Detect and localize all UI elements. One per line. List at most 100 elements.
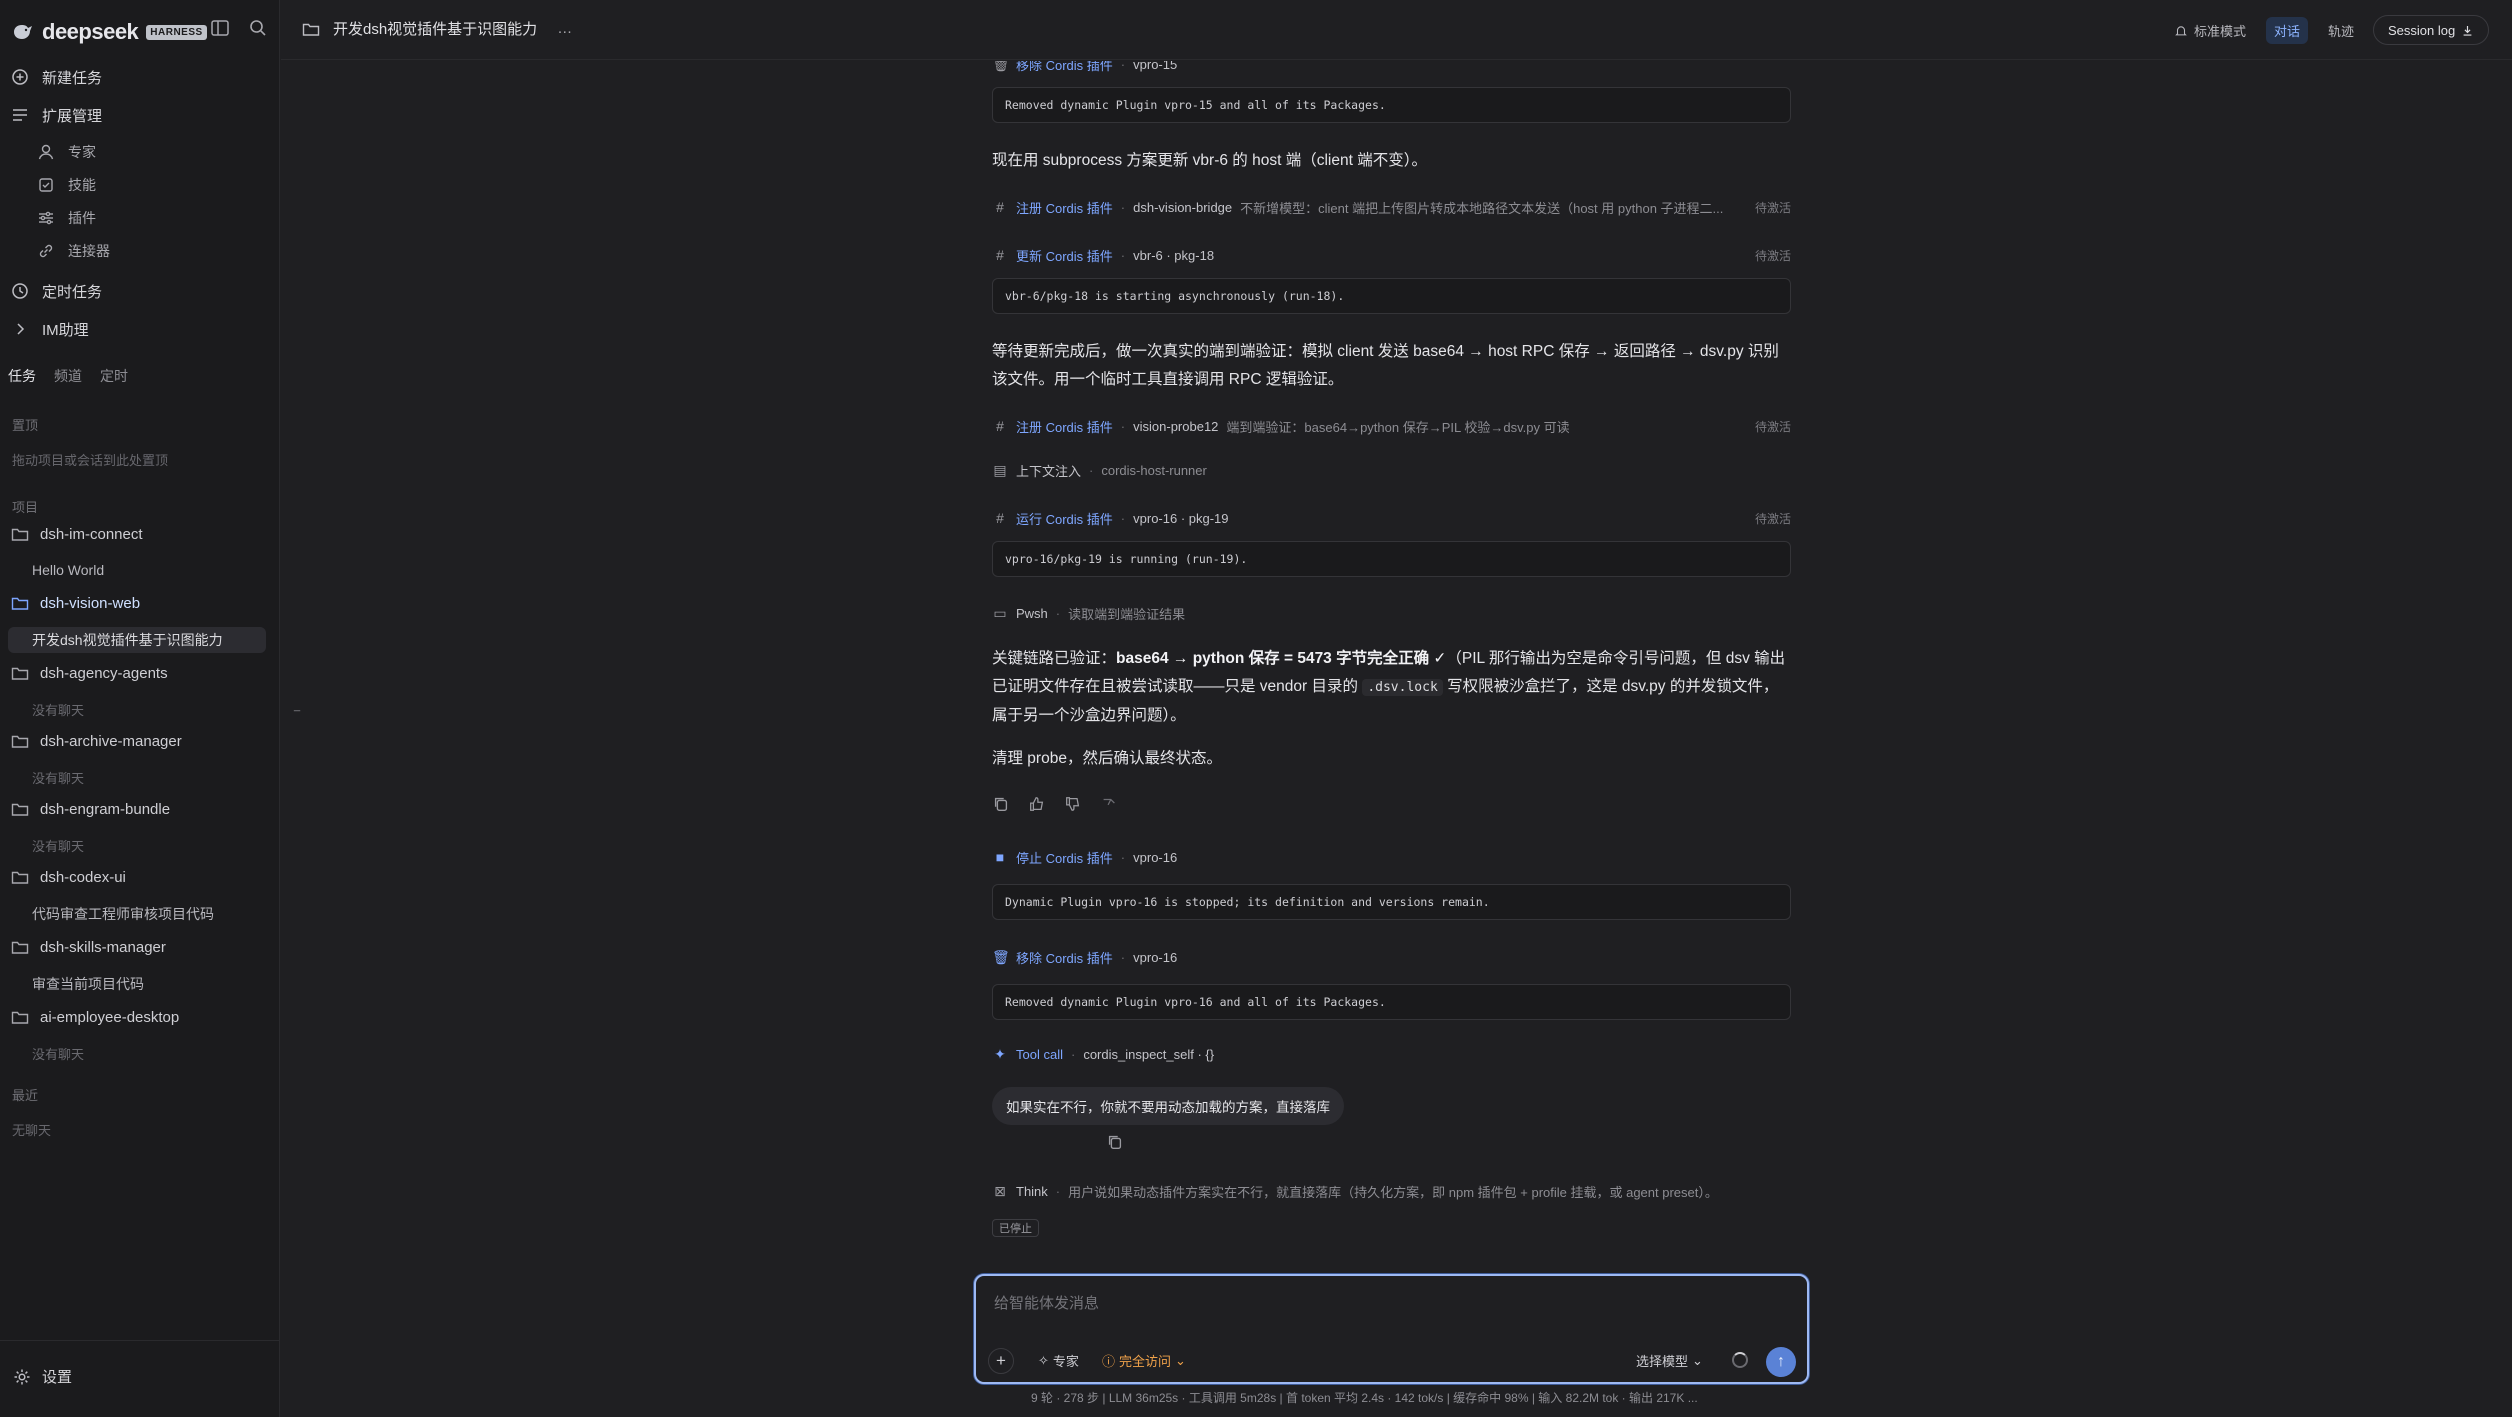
separator-dot: ·: [1120, 199, 1126, 215]
expert-label: 专家: [1052, 1354, 1079, 1369]
tool-row[interactable]: 🗑 移除 Cordis 插件 · vpro-15: [992, 61, 1791, 75]
tool-row[interactable]: # 注册 Cordis 插件 · dsh-vision-bridge 不新增模型…: [992, 196, 1791, 218]
separator-dot: ·: [1089, 462, 1094, 478]
tool-arg: vpro-16: [1133, 949, 1178, 965]
conversation-area: 🗑 移除 Cordis 插件 · vpro-15 Removed dynamic…: [281, 61, 2512, 1276]
session-log-button[interactable]: Session log: [2373, 15, 2490, 45]
tab-tasks[interactable]: 任务: [8, 366, 36, 386]
harness-badge: HARNESS: [146, 24, 207, 40]
brand[interactable]: deepseek HARNESS: [12, 18, 207, 46]
sidebar-item-skills[interactable]: 技能: [36, 172, 96, 198]
project-name: ai-employee-desktop: [40, 1008, 180, 1026]
tool-desc: 端到端验证：base64→python 保存→PIL 校验→dsv.py 可读: [1226, 419, 1570, 435]
brain-icon: ⊠: [994, 1182, 1006, 1199]
sidebar-item-experts[interactable]: 专家: [36, 139, 96, 165]
chat-item[interactable]: 代码审查工程师审核项目代码: [32, 901, 214, 927]
standard-mode-button[interactable]: 标准模式: [2166, 17, 2254, 44]
trash-icon: 🗑: [992, 61, 1010, 72]
more-menu-button[interactable]: …: [557, 20, 572, 37]
separator-dot: ·: [1120, 510, 1126, 526]
scheduled-tasks-button[interactable]: 定时任务: [10, 276, 102, 306]
tool-row[interactable]: # 运行 Cordis 插件 · vpro-16 · pkg-19 待激活: [992, 507, 1791, 529]
chat-item[interactable]: 审查当前项目代码: [32, 971, 144, 997]
think-name: Think: [1016, 1183, 1048, 1199]
tool-row[interactable]: 🗑 移除 Cordis 插件 · vpro-16: [992, 946, 1791, 968]
project-item[interactable]: dsh-codex-ui: [10, 863, 126, 891]
add-attachment-button[interactable]: +: [988, 1348, 1014, 1374]
model-select[interactable]: 选择模型 ⌄: [1636, 1351, 1703, 1370]
chat-item-selected[interactable]: 开发dsh视觉插件基于识图能力: [8, 627, 266, 653]
context-row[interactable]: ▤ 上下文注入 · cordis-host-runner: [992, 459, 1791, 481]
project-item[interactable]: dsh-agency-agents: [10, 659, 168, 687]
branch-icon[interactable]: [1100, 795, 1118, 813]
tab-scheduled[interactable]: 定时: [100, 366, 128, 386]
project-item[interactable]: ai-employee-desktop: [10, 1003, 179, 1031]
message-input[interactable]: 给智能体发消息: [994, 1292, 1099, 1313]
sidebar-item-plugins[interactable]: 插件: [36, 205, 96, 231]
sidebar-toggle-icon[interactable]: [210, 18, 230, 38]
status-badge: 待激活: [1754, 200, 1791, 215]
deepseek-logo-icon: [14, 25, 32, 39]
project-item[interactable]: dsh-skills-manager: [10, 933, 166, 961]
tool-row[interactable]: ✦ Tool call · cordis_inspect_self · {}: [992, 1043, 1791, 1065]
status-badge: 待激活: [1754, 511, 1791, 526]
gear-icon: [12, 1367, 32, 1387]
copy-icon[interactable]: [992, 795, 1010, 813]
terminal-arg: 读取端到端验证结果: [1068, 606, 1186, 622]
tool-arg: cordis_inspect_self · {}: [1083, 1046, 1215, 1062]
send-button[interactable]: ↑: [1766, 1347, 1796, 1377]
chat-item[interactable]: Hello World: [32, 557, 104, 583]
access-level-dropdown[interactable]: ⓘ 完全访问 ⌄: [1102, 1351, 1186, 1370]
sidebar-tabs: 任务 频道 定时: [8, 366, 128, 386]
search-icon[interactable]: [248, 18, 268, 38]
user-icon: [36, 142, 56, 162]
project-item[interactable]: dsh-engram-bundle: [10, 795, 170, 823]
im-assistant-button[interactable]: IM助理: [10, 314, 89, 344]
thumbs-up-icon[interactable]: [1028, 795, 1046, 813]
new-task-button[interactable]: 新建任务: [10, 62, 102, 92]
project-name: dsh-engram-bundle: [40, 800, 171, 818]
sidebar-item-connectors[interactable]: 连接器: [36, 238, 110, 264]
terminal-row[interactable]: ▭ Pwsh · 读取端到端验证结果: [992, 602, 1791, 624]
tool-row[interactable]: # 更新 Cordis 插件 · vbr-6 · pkg-18 待激活: [992, 244, 1791, 266]
user-message: 如果实在不行，你就不要用动态加载的方案，直接落库: [992, 1087, 1344, 1125]
think-row[interactable]: ⊠ Think · 用户说如果动态插件方案实在不行，就直接落库（持久化方案，即 …: [992, 1180, 1791, 1202]
copy-icon[interactable]: [1106, 1133, 1124, 1151]
tab-channels[interactable]: 频道: [54, 366, 82, 386]
tool-row[interactable]: # 注册 Cordis 插件 · vision-probe12 端到端验证：ba…: [992, 415, 1791, 437]
trash-icon: 🗑: [992, 948, 1010, 965]
hash-icon: #: [996, 199, 1004, 215]
folder-icon: [10, 1007, 30, 1027]
message-composer[interactable]: 给智能体发消息 + ✧ 专家 ⓘ 完全访问 ⌄ 选择模型 ⌄ ↑: [974, 1274, 1809, 1384]
project-item[interactable]: dsh-archive-manager: [10, 727, 182, 755]
expert-button[interactable]: ✧ 专家: [1038, 1351, 1079, 1370]
project-item[interactable]: dsh-vision-web: [10, 589, 140, 617]
tool-arg: vpro-15: [1133, 61, 1178, 72]
tool-output: Dynamic Plugin vpro-16 is stopped; its d…: [992, 884, 1791, 920]
project-name: dsh-agency-agents: [40, 664, 168, 682]
tool-row[interactable]: ■ 停止 Cordis 插件 · vpro-16: [992, 846, 1791, 868]
chat-mode-button[interactable]: 对话: [2266, 17, 2309, 44]
folder-icon: [10, 799, 30, 819]
thumbs-down-icon[interactable]: [1064, 795, 1082, 813]
chevron-down-icon: ⌄: [1692, 1352, 1703, 1368]
chevron-right-icon: [10, 319, 30, 339]
access-label: 完全访问: [1119, 1354, 1172, 1369]
settings-button[interactable]: 设置: [12, 1366, 72, 1387]
project-name: dsh-im-connect: [40, 525, 143, 543]
folder-icon: [301, 19, 321, 39]
assistant-text: 等待更新完成后，做一次真实的端到端验证：模拟 client 发送 base64 …: [992, 343, 1779, 388]
project-item[interactable]: dsh-im-connect: [10, 520, 143, 548]
stop-icon: ■: [995, 849, 1005, 865]
assistant-text: 现在用 subprocess 方案更新 vbr-6 的 host 端（clien…: [992, 152, 1427, 169]
session-stats: 9 轮 · 278 步 | LLM 36m25s · 工具调用 5m28s | …: [1031, 1391, 1698, 1405]
tool-name: Tool call: [1016, 1046, 1063, 1062]
terminal-icon: ▭: [993, 604, 1007, 621]
extensions-button[interactable]: 扩展管理: [10, 100, 102, 130]
app-window: deepseek HARNESS 新建任务 扩展管理 专家 技能 插件 连接器 …: [0, 0, 2512, 1417]
trace-mode-button[interactable]: 轨迹: [2320, 17, 2362, 44]
tool-output: vpro-16/pkg-19 is running (run-19).: [992, 541, 1791, 577]
tool-arg: vision-probe12: [1133, 418, 1219, 434]
standard-mode-label: 标准模式: [2194, 24, 2247, 39]
scheduled-label: 定时任务: [42, 283, 103, 301]
